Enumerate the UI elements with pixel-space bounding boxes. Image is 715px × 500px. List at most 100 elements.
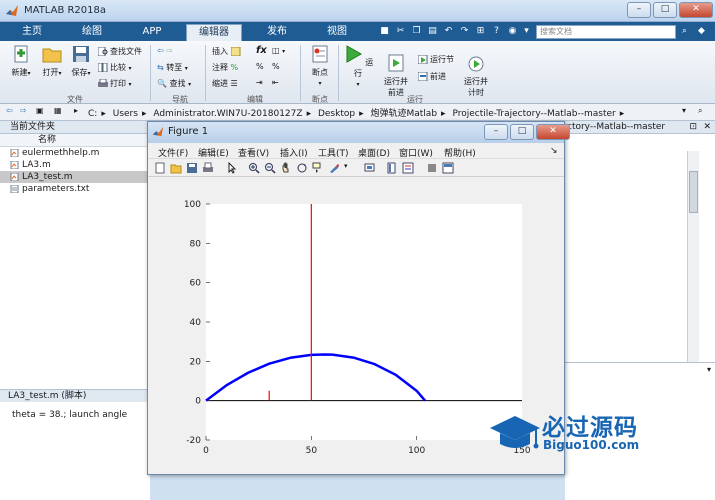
- path-breadcrumb[interactable]: C: ▸ Users ▸ Administrator.WIN7U-20180127Z…: [88, 106, 628, 119]
- tab-home[interactable]: 主页: [10, 24, 54, 41]
- switch-windows-icon[interactable]: ⊞: [474, 25, 487, 38]
- list-item[interactable]: LA3.m: [0, 159, 149, 171]
- path-segment[interactable]: 炮弹轨迹Matlab: [371, 109, 438, 119]
- path-segment[interactable]: Users: [113, 109, 138, 119]
- back-forward-buttons[interactable]: ⇦ ⇨: [157, 46, 173, 55]
- menu-dock-icon[interactable]: ↘: [550, 146, 558, 156]
- breakpoints-button[interactable]: 断点 ▾: [306, 45, 334, 87]
- run-section-button[interactable]: 运行节: [418, 54, 454, 65]
- forward-icon[interactable]: ⇨: [166, 46, 173, 55]
- tab-view[interactable]: 视图: [312, 24, 362, 41]
- browse-folder-icon[interactable]: ▦: [54, 106, 62, 115]
- menu-insert[interactable]: 插入(I): [280, 146, 308, 159]
- copy-icon[interactable]: ❐: [410, 25, 423, 38]
- path-segment[interactable]: C:: [88, 109, 97, 119]
- search-icon[interactable]: ⌕: [678, 25, 691, 38]
- compare-button[interactable]: 比较 ▾: [98, 62, 132, 73]
- comment-button[interactable]: 注释 %: [212, 62, 238, 73]
- figure-close-button[interactable]: ✕: [536, 124, 570, 140]
- new-button[interactable]: 新建▾: [6, 45, 36, 78]
- menu-window[interactable]: 窗口(W): [399, 146, 433, 159]
- figure-minimize-button[interactable]: –: [484, 124, 508, 140]
- print-figure-icon[interactable]: [202, 162, 214, 174]
- print-button[interactable]: 打印 ▾: [98, 78, 132, 89]
- tab-plots[interactable]: 绘图: [70, 24, 114, 41]
- insert-section-icon[interactable]: ◫ ▾: [272, 46, 285, 55]
- run-advance-button[interactable]: 运行并 前进: [378, 45, 414, 98]
- path-segment[interactable]: Administrator.WIN7U-20180127Z: [153, 109, 302, 119]
- open-file-icon[interactable]: [170, 162, 182, 174]
- run-button[interactable]: 运行 ▾: [342, 45, 374, 88]
- menu-file[interactable]: 文件(F): [158, 146, 188, 159]
- paste-icon[interactable]: ▤: [426, 25, 439, 38]
- community-icon[interactable]: ◉: [506, 25, 519, 38]
- cut-icon[interactable]: ✂: [394, 25, 407, 38]
- notification-icon[interactable]: ◆: [695, 25, 708, 38]
- maximize-button[interactable]: □: [653, 2, 677, 18]
- path-dropdown-icon[interactable]: ▾: [682, 106, 686, 115]
- zoom-in-icon[interactable]: [248, 162, 260, 174]
- data-cursor-icon[interactable]: [312, 162, 324, 174]
- show-plot-tools-icon[interactable]: [442, 162, 454, 174]
- save-button[interactable]: 保存▾: [68, 45, 94, 78]
- chevron-down-icon[interactable]: ▾: [520, 25, 533, 38]
- open-button[interactable]: 打开▾: [38, 45, 66, 78]
- brush-icon[interactable]: [328, 162, 340, 174]
- panel-menu-icon[interactable]: ▾: [707, 365, 711, 374]
- path-segment[interactable]: Projectile-Trajectory--Matlab--master: [452, 109, 615, 119]
- pointer-icon[interactable]: [226, 162, 238, 174]
- legend-icon[interactable]: [402, 162, 414, 174]
- save-quick-icon[interactable]: ■: [378, 25, 391, 38]
- list-item[interactable]: eulermethhelp.m: [0, 147, 149, 159]
- back-icon[interactable]: ⇦: [157, 46, 164, 55]
- brush-dropdown-icon[interactable]: ▾: [344, 162, 356, 174]
- help-icon[interactable]: ?: [490, 25, 503, 38]
- rotate-3d-icon[interactable]: [296, 162, 308, 174]
- figure-maximize-button[interactable]: □: [510, 124, 534, 140]
- goto-button[interactable]: ⇆ 转至 ▾: [157, 62, 188, 73]
- advance-button[interactable]: 前进: [418, 71, 446, 82]
- up-folder-icon[interactable]: ▣: [36, 106, 44, 115]
- back-icon[interactable]: ⇦: [6, 106, 13, 115]
- zoom-out-icon[interactable]: [264, 162, 276, 174]
- tab-apps[interactable]: APP: [130, 24, 174, 41]
- increase-indent-icon[interactable]: ⇥: [256, 78, 263, 87]
- new-figure-icon[interactable]: [154, 162, 166, 174]
- undo-icon[interactable]: ↶: [442, 25, 455, 38]
- tab-publish[interactable]: 发布: [252, 24, 302, 41]
- search-folder-icon[interactable]: ⌕: [698, 106, 702, 116]
- figure-titlebar[interactable]: Figure 1 – □ ✕: [148, 122, 570, 143]
- menu-help[interactable]: 帮助(H): [444, 146, 476, 159]
- insert-button[interactable]: 插入: [212, 46, 243, 57]
- indent-button[interactable]: 缩进 ☰: [212, 78, 238, 89]
- fx-button[interactable]: fx: [256, 45, 267, 56]
- minimize-button[interactable]: –: [627, 2, 651, 18]
- link-plot-icon[interactable]: [364, 162, 376, 174]
- find-files-button[interactable]: 查找文件: [98, 46, 142, 57]
- hide-plot-tools-icon[interactable]: [426, 162, 438, 174]
- name-column-header[interactable]: 名称: [0, 134, 149, 147]
- path-segment[interactable]: Desktop: [318, 109, 355, 119]
- save-figure-icon[interactable]: [186, 162, 198, 174]
- menu-tools[interactable]: 工具(T): [318, 146, 349, 159]
- list-item[interactable]: parameters.txt: [0, 183, 149, 195]
- decrease-indent-icon[interactable]: ⇤: [272, 78, 279, 87]
- wrap-comment-icon[interactable]: %: [256, 62, 264, 71]
- editor-scrollbar[interactable]: [687, 151, 699, 391]
- run-time-button[interactable]: 运行并 计时: [458, 45, 494, 98]
- uncomment-icon[interactable]: %: [272, 62, 280, 71]
- close-button[interactable]: ✕: [679, 2, 713, 18]
- search-docs-input[interactable]: 搜索文档: [536, 25, 676, 39]
- scrollbar-thumb[interactable]: [689, 171, 698, 213]
- editor-undock-icon[interactable]: ⊡: [689, 122, 697, 132]
- menu-desktop[interactable]: 桌面(D): [358, 146, 390, 159]
- menu-edit[interactable]: 编辑(E): [198, 146, 229, 159]
- redo-icon[interactable]: ↷: [458, 25, 471, 38]
- tab-editor[interactable]: 编辑器: [186, 24, 242, 41]
- pan-icon[interactable]: [280, 162, 292, 174]
- menu-view[interactable]: 查看(V): [238, 146, 269, 159]
- forward-icon[interactable]: ⇨: [20, 106, 27, 115]
- find-button[interactable]: 🔍 查找 ▾: [157, 78, 191, 89]
- list-item-selected[interactable]: LA3_test.m: [0, 171, 149, 183]
- colorbar-icon[interactable]: [386, 162, 398, 174]
